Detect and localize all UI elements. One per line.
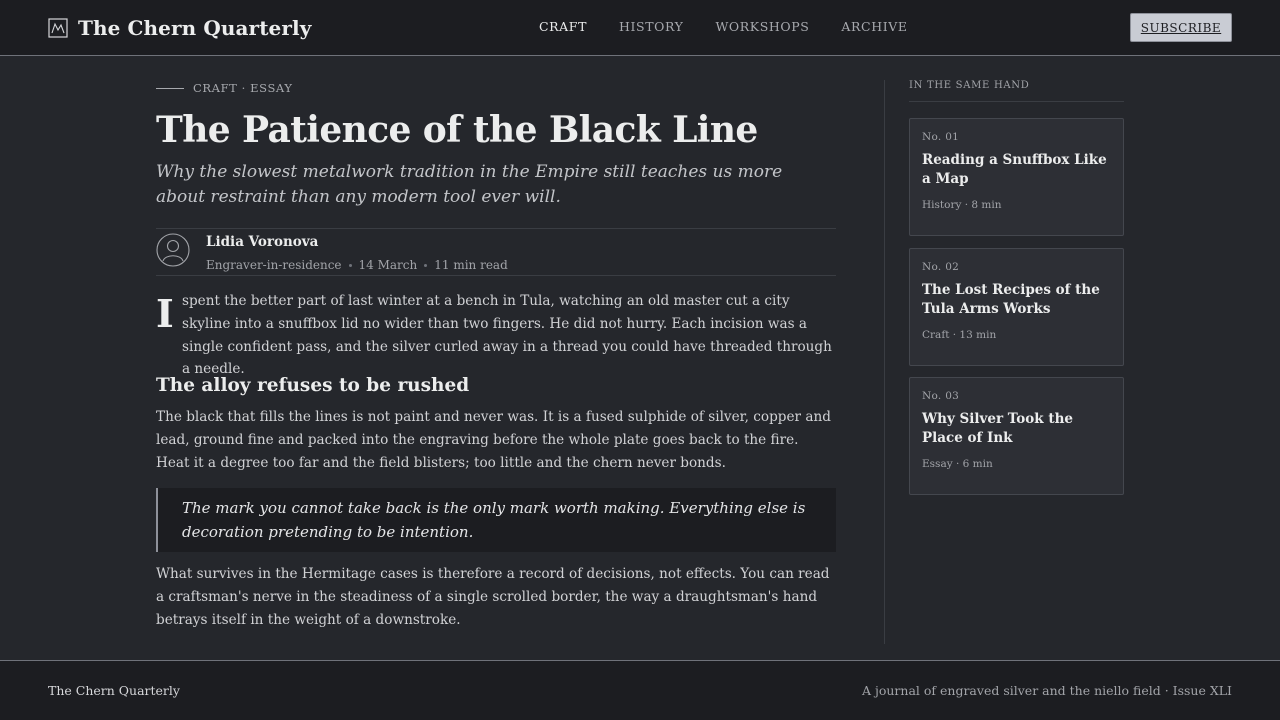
lede-text: spent the better part of last winter at … <box>182 293 832 378</box>
brand-link[interactable]: The Chern Quarterly <box>48 16 311 40</box>
separator-dot <box>424 263 428 267</box>
separator-dot <box>348 263 352 267</box>
card-number: No. 02 <box>922 261 960 273</box>
mountain-frame-icon <box>48 18 68 38</box>
site-footer: The Chern Quarterly A journal of engrave… <box>0 660 1280 720</box>
card-title: Reading a Snuffbox Like a Map <box>922 152 1107 187</box>
author-name[interactable]: Lidia Voronova <box>206 234 318 250</box>
kicker-rule <box>156 87 184 89</box>
card-meta: Craft · 13 min <box>922 329 997 341</box>
card-title: The Lost Recipes of the Tula Arms Works <box>922 282 1100 317</box>
nav-history[interactable]: HISTORY <box>619 19 683 37</box>
card-meta: Essay · 6 min <box>922 458 993 470</box>
kicker-text[interactable]: CRAFT · ESSAY <box>193 81 293 95</box>
article-headline: The Patience of the Black Line <box>156 109 758 151</box>
card-title: Why Silver Took the Place of Ink <box>922 411 1073 446</box>
card-number: No. 01 <box>922 131 960 143</box>
article-dek: Why the slowest metalwork tradition in t… <box>156 162 783 207</box>
author-role: Engraver-in-residence <box>206 258 342 272</box>
byline-meta: Engraver-in-residence 14 March 11 min re… <box>206 257 508 273</box>
pull-quote: The mark you cannot take back is the onl… <box>156 488 836 552</box>
sidebar-divider <box>884 80 885 644</box>
brand-title: The Chern Quarterly <box>78 16 312 40</box>
article-kicker: CRAFT · ESSAY <box>156 80 293 96</box>
site-header: The Chern Quarterly CRAFT HISTORY WORKSH… <box>0 0 1280 56</box>
related-card[interactable]: No. 03 Why Silver Took the Place of Ink … <box>909 377 1124 495</box>
nav-archive[interactable]: ARCHIVE <box>841 19 907 37</box>
related-card[interactable]: No. 02 The Lost Recipes of the Tula Arms… <box>909 248 1124 366</box>
card-meta: History · 8 min <box>922 199 1002 211</box>
related-card[interactable]: No. 01 Reading a Snuffbox Like a Map His… <box>909 118 1124 236</box>
subscribe-button[interactable]: SUBSCRIBE <box>1130 13 1232 42</box>
nav-workshops[interactable]: WORKSHOPS <box>715 19 809 37</box>
sidebar-heading: IN THE SAME HAND <box>909 80 1124 102</box>
publish-date: 14 March <box>358 258 418 272</box>
body-paragraph: What survives in the Hermitage cases is … <box>156 566 830 628</box>
read-time: 11 min read <box>434 258 508 272</box>
body-paragraph: The black that fills the lines is not pa… <box>156 409 831 471</box>
drop-cap: I <box>156 291 174 336</box>
section-heading: The alloy refuses to be rushed <box>156 375 470 396</box>
main-nav: CRAFT HISTORY WORKSHOPS ARCHIVE <box>539 19 908 37</box>
user-avatar-icon[interactable] <box>156 233 190 267</box>
byline: Lidia Voronova Engraver-in-residence 14 … <box>156 228 836 276</box>
card-number: No. 03 <box>922 390 960 402</box>
nav-craft[interactable]: CRAFT <box>539 19 587 37</box>
footer-brand[interactable]: The Chern Quarterly <box>48 683 180 698</box>
footer-tagline: A journal of engraved silver and the nie… <box>861 683 1232 698</box>
